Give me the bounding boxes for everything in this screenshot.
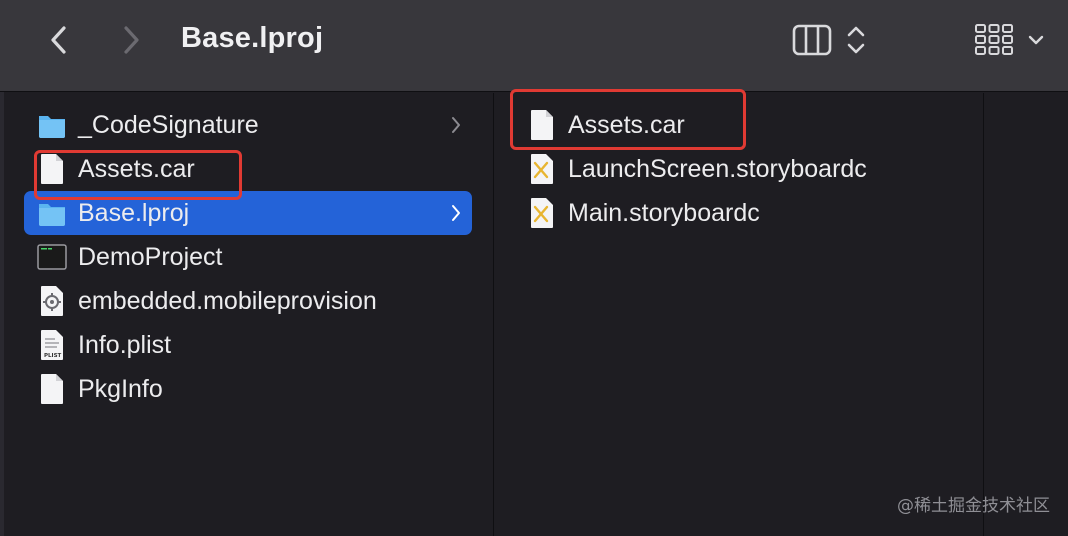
chevron-right-icon xyxy=(450,115,462,135)
updown-chevron-icon xyxy=(847,26,865,54)
folder-icon xyxy=(36,107,68,143)
annotation-highlight-box xyxy=(510,89,746,150)
plist-icon: PLIST xyxy=(36,327,68,363)
list-item-launchscreen-storyboardc[interactable]: LaunchScreen.storyboardc xyxy=(514,147,962,191)
item-label: _CodeSignature xyxy=(78,110,259,139)
folder-icon xyxy=(36,195,68,231)
annotation-highlight-box xyxy=(34,150,242,200)
storyboard-icon xyxy=(526,195,558,231)
item-label: Main.storyboardc xyxy=(568,198,760,227)
back-button[interactable] xyxy=(42,22,78,58)
group-menu-button[interactable] xyxy=(1026,30,1046,50)
chevron-down-icon xyxy=(1028,35,1044,45)
finder-column-2[interactable]: Assets.car LaunchScreen.storyboardc Main… xyxy=(494,93,984,536)
chevron-right-icon xyxy=(124,26,139,54)
list-item-info-plist[interactable]: PLIST Info.plist xyxy=(24,323,472,367)
column-view-button[interactable] xyxy=(792,24,832,56)
document-icon xyxy=(36,371,68,407)
column-view-icon xyxy=(792,24,832,56)
item-label: LaunchScreen.storyboardc xyxy=(568,154,867,183)
terminal-executable-icon xyxy=(36,239,68,275)
list-item-main-storyboardc[interactable]: Main.storyboardc xyxy=(514,191,962,235)
item-label: Base.lproj xyxy=(78,198,190,227)
chevron-left-icon xyxy=(51,26,66,54)
group-button[interactable] xyxy=(974,22,1014,58)
list-item-codesignature[interactable]: _CodeSignature xyxy=(24,103,472,147)
view-options-button[interactable] xyxy=(845,22,867,58)
watermark: @稀土掘金技术社区 xyxy=(897,496,1050,516)
list-item-demoproject[interactable]: DemoProject xyxy=(24,235,472,279)
storyboard-icon xyxy=(526,151,558,187)
provision-gear-icon xyxy=(36,283,68,319)
item-label: DemoProject xyxy=(78,242,223,271)
list-item-pkginfo[interactable]: PkgInfo xyxy=(24,367,472,411)
item-label: Info.plist xyxy=(78,330,172,359)
list-item-embedded-mobileprovision[interactable]: embedded.mobileprovision xyxy=(24,279,472,323)
chevron-right-icon xyxy=(450,203,462,223)
forward-button[interactable] xyxy=(113,22,149,58)
window-title: Base.lproj xyxy=(181,22,324,54)
finder-column-3[interactable] xyxy=(984,93,1068,536)
toolbar: Base.lproj xyxy=(0,0,1068,92)
item-label: PkgInfo xyxy=(78,374,163,403)
svg-text:PLIST: PLIST xyxy=(44,353,62,359)
icon-grid-icon xyxy=(975,24,1013,55)
item-label: embedded.mobileprovision xyxy=(78,286,377,315)
